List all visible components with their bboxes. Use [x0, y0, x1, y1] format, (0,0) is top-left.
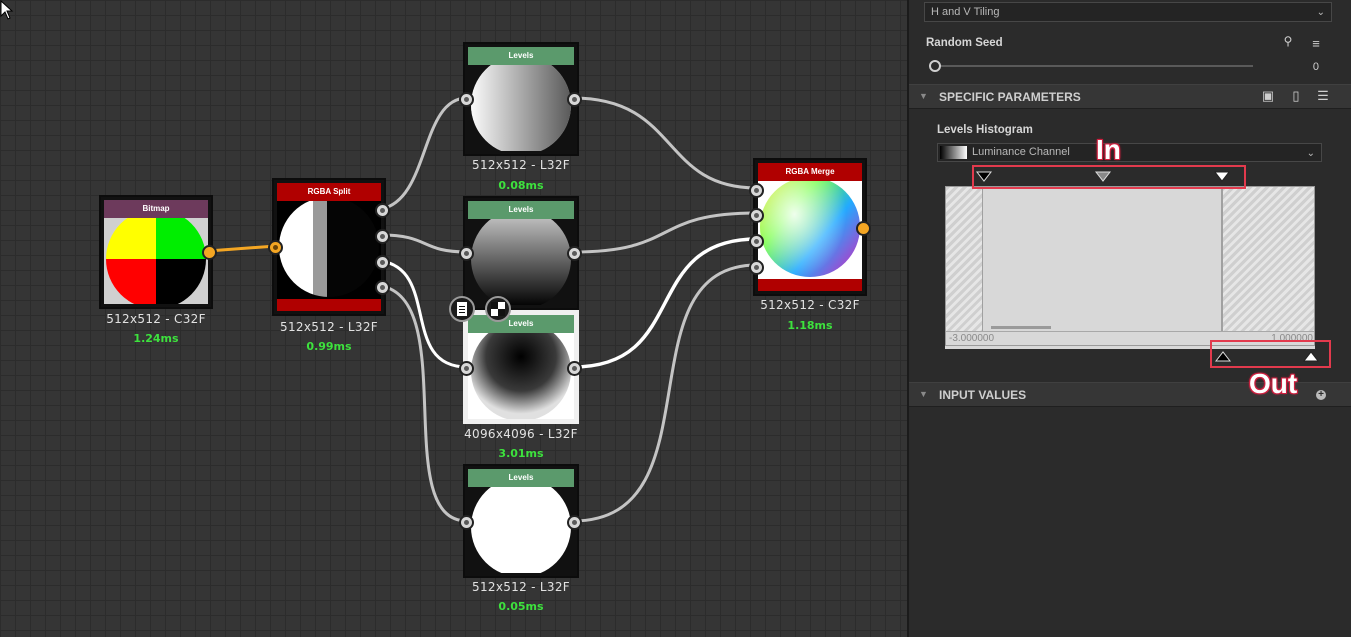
input-values-title: INPUT VALUES	[939, 388, 1027, 402]
wire-split-levels2	[380, 233, 468, 254]
levels-2-output-port[interactable]	[567, 246, 582, 261]
rgba-split-output-g[interactable]	[375, 229, 390, 244]
in-callout: In	[1096, 134, 1121, 165]
levels-3-header: Levels	[468, 315, 574, 333]
levels-4-output-port[interactable]	[567, 515, 582, 530]
bitmap-resolution: 512x512 - C32F	[106, 312, 206, 326]
levels-node-1[interactable]: Levels	[459, 42, 582, 156]
histogram-area[interactable]: -3.000000 1.000000	[945, 186, 1315, 346]
rgba-split-resolution: 512x512 - L32F	[280, 320, 378, 334]
wire-levels1-merge	[572, 96, 758, 190]
wire-split-levels1	[380, 96, 468, 211]
in-highlight-box	[972, 165, 1246, 189]
levels-4-input-port[interactable]	[459, 515, 474, 530]
levels-1-input-port[interactable]	[459, 92, 474, 107]
mouse-cursor-icon	[0, 0, 14, 20]
rgba-split-thumbnail	[277, 183, 381, 311]
bitmap-time: 1.24ms	[133, 332, 179, 345]
tiling-dropdown[interactable]: H and V Tiling ⌄	[924, 2, 1332, 22]
levels-4-time: 0.05ms	[498, 600, 544, 613]
out-highlight-box	[1210, 340, 1331, 368]
rgba-split-output-a[interactable]	[375, 280, 390, 295]
levels-4-header: Levels	[468, 469, 574, 487]
levels-node-4[interactable]: Levels	[459, 464, 582, 578]
rgba-merge-output-port[interactable]	[856, 221, 871, 236]
rgba-merge-resolution: 512x512 - C32F	[760, 298, 860, 312]
edit-icon[interactable]: ▣	[1259, 88, 1277, 104]
histogram-icon[interactable]: ▯	[1287, 88, 1305, 104]
chevron-down-icon: ⌄	[1316, 7, 1325, 18]
collapse-caret-icon: ▼	[919, 389, 928, 399]
rgba-merge-node[interactable]: RGBA Merge	[749, 158, 871, 296]
levels-2-input-port[interactable]	[459, 246, 474, 261]
rgba-split-header: RGBA Split	[277, 183, 381, 201]
add-icon[interactable]: +	[1316, 390, 1326, 400]
rgba-merge-input-r[interactable]	[749, 183, 764, 198]
histogram-bars	[991, 326, 1051, 329]
levels-histogram-label: Levels Histogram	[937, 124, 1033, 136]
levels-1-resolution: 512x512 - L32F	[472, 158, 570, 172]
rgba-split-time: 0.99ms	[306, 340, 352, 353]
rgba-split-output-b[interactable]	[375, 255, 390, 270]
random-seed-slider[interactable]	[929, 60, 1254, 72]
rgba-split-input-port[interactable]	[268, 240, 283, 255]
bitmap-node[interactable]: Bitmap	[99, 195, 217, 309]
levels-node-2[interactable]: Levels	[459, 196, 582, 310]
levels-1-output-port[interactable]	[567, 92, 582, 107]
rgba-split-node[interactable]: RGBA Split	[268, 178, 390, 316]
levels-3-output-port[interactable]	[567, 361, 582, 376]
rgba-merge-header: RGBA Merge	[758, 163, 862, 181]
random-seed-link-icon[interactable]: ⚲	[1279, 34, 1297, 48]
channel-dropdown[interactable]: Luminance Channel ⌄	[937, 143, 1322, 162]
collapse-caret-icon: ▼	[919, 91, 928, 101]
rgba-merge-thumbnail	[758, 163, 862, 291]
random-seed-label: Random Seed	[926, 37, 1003, 49]
channel-dropdown-value: Luminance Channel	[972, 146, 1070, 158]
document-icon[interactable]	[449, 296, 475, 322]
out-callout: Out	[1249, 368, 1298, 399]
channel-swatch-icon	[940, 146, 967, 159]
random-seed-slider-thumb[interactable]	[929, 60, 941, 72]
rgba-merge-input-g[interactable]	[749, 208, 764, 223]
random-seed-menu-icon[interactable]: ≡	[1307, 36, 1325, 51]
chevron-down-icon: ⌄	[1306, 148, 1315, 159]
levels-2-header: Levels	[468, 201, 574, 219]
specific-parameters-title: SPECIFIC PARAMETERS	[939, 90, 1081, 104]
levels-4-resolution: 512x512 - L32F	[472, 580, 570, 594]
bitmap-header: Bitmap	[104, 200, 208, 218]
wire-bitmap-split	[207, 244, 277, 253]
histogram-axis-min: -3.000000	[949, 333, 995, 344]
random-seed-value[interactable]: 0	[1305, 61, 1319, 73]
levels-1-time: 0.08ms	[498, 179, 544, 192]
levels-3-resolution: 4096x4096 - L32F	[464, 427, 578, 441]
random-seed-slider-track	[933, 65, 1253, 67]
wire-levels2-merge	[572, 211, 758, 254]
histogram-left-clip	[946, 187, 983, 331]
levels-node-3[interactable]: Levels	[459, 310, 582, 424]
levels-3-time: 3.01ms	[498, 447, 544, 460]
specific-parameters-section[interactable]: ▼ SPECIFIC PARAMETERS ▣ ▯ ☰	[909, 84, 1351, 109]
properties-panel: H and V Tiling ⌄ Random Seed ⚲ ≡ 0 ▼ SPE…	[907, 0, 1351, 637]
node-graph[interactable]: Bitmap 512x512 - C32F 1.24ms RGBA Split …	[0, 0, 907, 637]
bitmap-output-port[interactable]	[202, 245, 217, 260]
tiling-dropdown-value: H and V Tiling	[931, 6, 1000, 18]
rgba-split-output-r[interactable]	[375, 203, 390, 218]
rgba-merge-time: 1.18ms	[787, 319, 833, 332]
rgba-merge-input-b[interactable]	[749, 234, 764, 249]
histogram-right-clip	[1221, 187, 1314, 331]
levels-3-input-port[interactable]	[459, 361, 474, 376]
sliders-icon[interactable]: ☰	[1314, 88, 1332, 104]
checker-icon[interactable]	[485, 296, 511, 322]
rgba-merge-input-a[interactable]	[749, 260, 764, 275]
levels-1-header: Levels	[468, 47, 574, 65]
wire-levels3-merge	[572, 237, 758, 369]
